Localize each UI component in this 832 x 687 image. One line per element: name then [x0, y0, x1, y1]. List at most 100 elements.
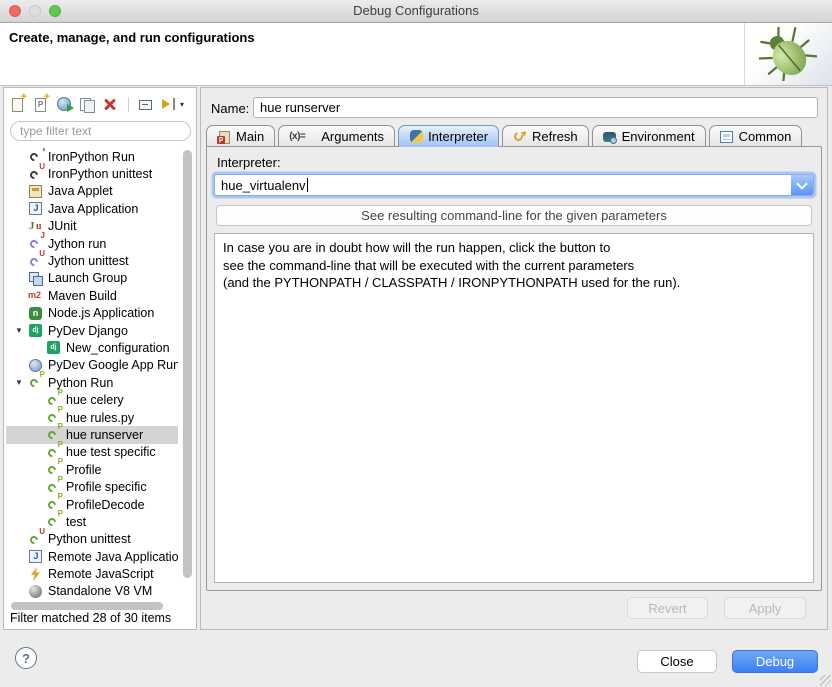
tree-item[interactable]: Python unittest	[6, 531, 178, 548]
filter-input[interactable]	[10, 121, 191, 141]
tree-item[interactable]: Remote JavaScript	[6, 565, 178, 582]
tree-item-label: test	[66, 515, 86, 529]
tree-item[interactable]: ▼ PyDev Django	[6, 322, 178, 339]
tree-item[interactable]: hue runserver	[6, 426, 178, 443]
tree-item[interactable]: Maven Build	[6, 287, 178, 304]
revert-button[interactable]: Revert	[627, 597, 708, 619]
main-tab-icon	[217, 130, 231, 144]
tree-item[interactable]: Jython unittest	[6, 252, 178, 269]
tab-main[interactable]: Main	[206, 125, 275, 147]
tab-label: Interpreter	[428, 129, 488, 144]
expander-icon[interactable]: ▼	[15, 326, 28, 335]
python-tab-icon	[410, 130, 423, 143]
duplicate-launch-configuration-icon[interactable]	[79, 96, 96, 113]
help-button[interactable]: ?	[15, 647, 37, 669]
tab-environment[interactable]: Environment	[592, 125, 706, 147]
filter-launch-configurations-icon[interactable]	[161, 96, 178, 113]
interpreter-value: hue_virtualenv	[221, 178, 306, 193]
tree-item[interactable]: Java Applet	[6, 183, 178, 200]
page-title: Create, manage, and run configurations	[9, 30, 255, 45]
delete-launch-configuration-icon[interactable]	[102, 96, 119, 113]
tree-item-label: Java Application	[48, 202, 138, 216]
debug-banner	[744, 23, 832, 85]
configurations-sidebar: ▾ IronPython RunIronPython unittest Java …	[3, 87, 197, 630]
tree-item-label: Java Applet	[48, 184, 113, 198]
tree-item[interactable]: Java Application	[6, 200, 178, 217]
nodejs-icon	[29, 307, 42, 320]
tree-item[interactable]: hue test specific	[6, 444, 178, 461]
export-launch-configuration-icon[interactable]	[56, 96, 73, 113]
tree-item-label: Jython run	[48, 237, 106, 251]
tree-item[interactable]: Launch Group	[6, 270, 178, 287]
debug-configurations-dialog: { "window": { "title": "Debug Configurat…	[0, 0, 832, 687]
django-icon	[29, 324, 42, 337]
tab-refresh[interactable]: Refresh	[502, 125, 589, 147]
toolbar-separator	[128, 97, 129, 112]
launch-group-icon	[28, 271, 43, 286]
tree-item[interactable]: New_configuration	[6, 339, 178, 356]
tree-item[interactable]: IronPython Run	[6, 148, 178, 165]
name-label: Name:	[211, 101, 249, 116]
tree-item-label: Node.js Application	[48, 306, 154, 320]
tree-item[interactable]: PyDev Google App Run	[6, 357, 178, 374]
tab-label: Common	[739, 129, 792, 144]
name-input[interactable]	[253, 97, 818, 118]
remote-js-icon	[29, 567, 42, 581]
jython-unittest-icon	[28, 254, 43, 269]
tree-item[interactable]: test	[6, 513, 178, 530]
tree-item[interactable]: hue rules.py	[6, 409, 178, 426]
python-run-icon	[28, 375, 43, 390]
tree-item-label: IronPython Run	[48, 150, 135, 164]
tree-item-label: Maven Build	[48, 289, 117, 303]
new-launch-configuration-prototype-icon[interactable]	[33, 96, 50, 113]
tab-label: Environment	[622, 129, 695, 144]
new-launch-configuration-icon[interactable]	[10, 96, 27, 113]
tree-item[interactable]: IronPython unittest	[6, 165, 178, 182]
window-title: Debug Configurations	[0, 3, 832, 18]
tree-item[interactable]: Node.js Application	[6, 305, 178, 322]
tree-item[interactable]: ProfileDecode	[6, 496, 178, 513]
expander-icon[interactable]: ▼	[15, 378, 28, 387]
tree-item-label: hue celery	[66, 393, 124, 407]
java-applet-icon	[29, 185, 42, 198]
tab-common[interactable]: Common	[709, 125, 803, 147]
configuration-tabs: Main Arguments Interpreter Refresh Environme…	[206, 124, 805, 147]
info-line: see the command-line that will be execut…	[223, 257, 805, 275]
tree-item[interactable]: Profile specific	[6, 478, 178, 495]
see-command-line-button[interactable]: See resulting command-line for the given…	[216, 205, 812, 226]
tree-item[interactable]: JUnit	[6, 218, 178, 235]
tree-item[interactable]: Remote Java Application	[6, 548, 178, 565]
collapse-all-icon[interactable]	[138, 96, 155, 113]
tree-vertical-scrollbar[interactable]	[183, 150, 192, 578]
close-button[interactable]: Close	[637, 650, 717, 673]
dropdown-caret-icon[interactable]: ▾	[180, 100, 184, 109]
title-bar[interactable]: Debug Configurations	[0, 0, 832, 23]
environment-tab-icon	[603, 132, 616, 142]
tree-item[interactable]: Standalone V8 VM	[6, 583, 178, 600]
interpreter-dropdown-button[interactable]	[791, 175, 813, 195]
tree-item[interactable]: hue celery	[6, 391, 178, 408]
configuration-detail-panel: Name: Main Arguments Interpreter Refresh Env…	[200, 87, 828, 630]
interpreter-combo[interactable]: hue_virtualenv	[214, 174, 814, 196]
tab-interpreter[interactable]: Interpreter	[398, 125, 499, 147]
tree-item[interactable]: Profile	[6, 461, 178, 478]
chevron-down-icon	[796, 178, 807, 189]
django-icon	[47, 341, 60, 354]
tree-item-label: Profile	[66, 463, 101, 477]
tree-item[interactable]: Jython run	[6, 235, 178, 252]
tree-item-label: PyDev Django	[48, 324, 128, 338]
tab-arguments[interactable]: Arguments	[278, 125, 395, 147]
interpreter-label: Interpreter:	[217, 155, 281, 170]
tab-label: Refresh	[532, 129, 578, 144]
debug-button[interactable]: Debug	[732, 650, 818, 673]
apply-button[interactable]: Apply	[724, 597, 806, 619]
bug-icon	[759, 27, 817, 81]
tree-item-label: Python unittest	[48, 532, 131, 546]
info-line: (and the PYTHONPATH / CLASSPATH / IRONPY…	[223, 274, 805, 292]
tree-item-label: Remote Java Application	[48, 550, 178, 564]
tab-label: Main	[236, 129, 264, 144]
tree-item[interactable]: ▼Python Run	[6, 374, 178, 391]
tree-horizontal-scrollbar[interactable]	[11, 602, 163, 610]
tree-item-label: New_configuration	[66, 341, 170, 355]
resize-grip[interactable]	[820, 675, 831, 686]
